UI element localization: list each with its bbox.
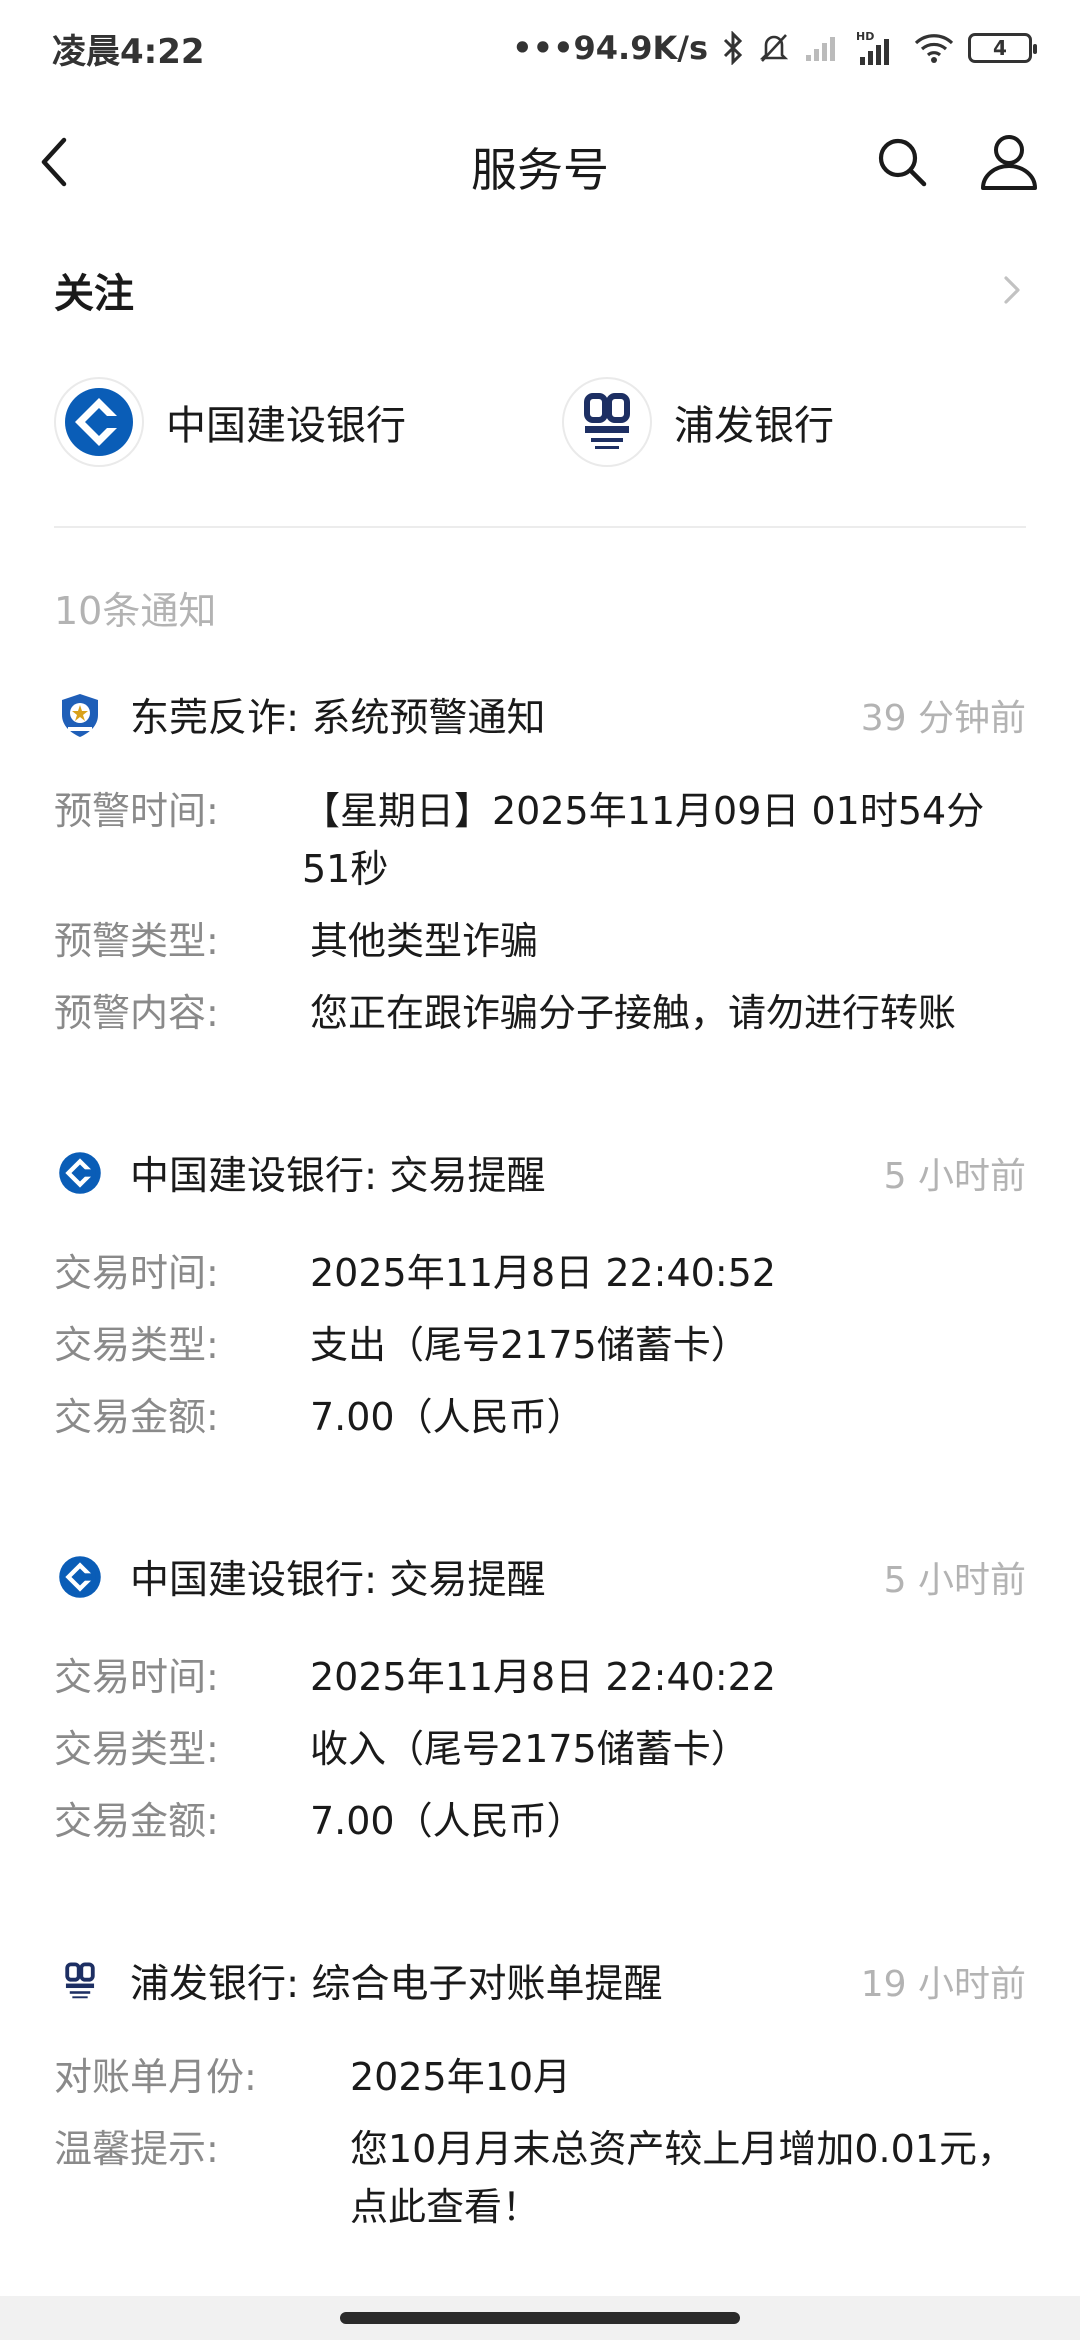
ccb-logo [54, 1551, 106, 1603]
notification-header: 东莞反诈: 系统预警通知 39 分钟前 [54, 680, 1026, 750]
user-button[interactable] [978, 130, 1040, 194]
notification-title: 中国建设银行: 交易提醒 [130, 1558, 546, 1603]
detail-value: 2025年11月8日 22:40:22 [310, 1655, 776, 1699]
search-icon [878, 138, 927, 187]
account-name: 中国建设银行 [166, 403, 406, 449]
detail-value: 您正在跟诈骗分子接触，请勿进行转账 [310, 991, 957, 1035]
detail-value: 您10月月末总资产较上月增加0.01元，点此查看！ [350, 2127, 1015, 2229]
network-speed: •••94.9K/s [512, 29, 708, 67]
detail-row: 交易类型: 支出（尾号2175储蓄卡） [54, 1316, 1026, 1374]
battery-level: 4 [993, 36, 1007, 60]
detail-key: 交易金额: [54, 1395, 219, 1439]
notification-card[interactable]: 东莞反诈: 系统预警通知 39 分钟前 预警时间: 【星期日】2025年11月0… [54, 680, 1026, 1042]
detail-value: 收入（尾号2175储蓄卡） [310, 1727, 749, 1771]
ccb-logo [54, 1147, 106, 1199]
account-name: 浦发银行 [674, 403, 834, 449]
battery-icon: 4 [968, 33, 1037, 63]
detail-key: 交易时间: [54, 1251, 219, 1295]
home-indicator[interactable] [340, 2312, 740, 2324]
chevron-right-icon [1004, 276, 1020, 304]
notification-time: 5 小时前 [883, 1156, 1026, 1197]
detail-key: 预警类型: [54, 919, 219, 963]
mute-icon [758, 31, 790, 65]
status-bar: 凌晨4:22 •••94.9K/s HD 4 [0, 0, 1080, 96]
notification-card[interactable]: 浦发银行: 综合电子对账单提醒 19 小时前 对账单月份: 2025年10月 温… [54, 1946, 1026, 2236]
wifi-icon [914, 32, 954, 64]
status-time: 凌晨4:22 [52, 31, 205, 72]
followed-accounts: 中国建设银行 浦发银行 [54, 372, 1026, 472]
detail-key: 交易时间: [54, 1655, 219, 1699]
detail-row: 预警时间: 【星期日】2025年11月09日 01时54分51秒 [54, 782, 1026, 898]
notification-time: 5 小时前 [883, 1560, 1026, 1601]
detail-row: 对账单月份: 2025年10月 [54, 2048, 1026, 2106]
status-icons: •••94.9K/s HD 4 [512, 29, 1037, 67]
detail-key: 预警时间: [54, 789, 219, 833]
user-icon [981, 135, 1037, 190]
service-account-screen: 凌晨4:22 •••94.9K/s HD 4 服务号 关注 中国建设银行 浦发银… [0, 0, 1080, 2340]
detail-row: 交易金额: 7.00（人民币） [54, 1792, 1026, 1850]
detail-value: 【星期日】2025年11月09日 01时54分51秒 [302, 789, 985, 891]
police-badge-icon [54, 689, 106, 741]
detail-key: 交易金额: [54, 1799, 219, 1843]
detail-row: 交易金额: 7.00（人民币） [54, 1388, 1026, 1446]
search-button[interactable] [872, 132, 932, 192]
header: 服务号 [0, 96, 1080, 232]
notification-header: 浦发银行: 综合电子对账单提醒 19 小时前 [54, 1946, 1026, 2016]
spdb-logo [54, 1955, 106, 2007]
notification-title: 东莞反诈: 系统预警通知 [130, 696, 546, 741]
detail-key: 交易类型: [54, 1323, 219, 1367]
detail-key: 温馨提示: [54, 2127, 219, 2171]
detail-value: 7.00（人民币） [310, 1799, 585, 1843]
notification-title: 中国建设银行: 交易提醒 [130, 1154, 546, 1199]
notification-time: 19 小时前 [860, 1964, 1026, 2005]
detail-value: 其他类型诈骗 [310, 919, 539, 963]
detail-key: 对账单月份: [54, 2055, 257, 2099]
notification-count: 10条通知 [54, 589, 217, 633]
detail-value: 支出（尾号2175储蓄卡） [310, 1323, 749, 1367]
detail-value: 7.00（人民币） [310, 1395, 585, 1439]
divider [54, 526, 1026, 528]
detail-key: 交易类型: [54, 1727, 219, 1771]
follow-section-header[interactable]: 关注 [54, 250, 1026, 330]
detail-value: 2025年11月8日 22:40:52 [310, 1251, 776, 1295]
notification-card[interactable]: 中国建设银行: 交易提醒 5 小时前 交易时间: 2025年11月8日 22:4… [54, 1542, 1026, 1850]
notification-header: 中国建设银行: 交易提醒 5 小时前 [54, 1138, 1026, 1208]
spdb-logo [562, 377, 652, 467]
detail-row: 交易时间: 2025年11月8日 22:40:52 [54, 1244, 1026, 1302]
account-ccb[interactable]: 中国建设银行 [54, 372, 406, 472]
signal-icon [804, 33, 842, 63]
detail-row: 交易类型: 收入（尾号2175储蓄卡） [54, 1720, 1026, 1778]
svg-text:HD: HD [856, 30, 874, 43]
notification-time: 39 分钟前 [860, 698, 1026, 739]
detail-row: 预警类型: 其他类型诈骗 [54, 912, 1026, 970]
detail-key: 预警内容: [54, 991, 219, 1035]
bluetooth-icon [722, 31, 744, 65]
account-spdb[interactable]: 浦发银行 [562, 372, 834, 472]
follow-title: 关注 [54, 271, 134, 317]
hd-signal-icon: HD [856, 29, 900, 67]
notification-card[interactable]: 中国建设银行: 交易提醒 5 小时前 交易时间: 2025年11月8日 22:4… [54, 1138, 1026, 1446]
detail-row: 交易时间: 2025年11月8日 22:40:22 [54, 1648, 1026, 1706]
detail-row: 温馨提示: 您10月月末总资产较上月增加0.01元，点此查看！ [54, 2120, 1026, 2236]
detail-row: 预警内容: 您正在跟诈骗分子接触，请勿进行转账 [54, 984, 1026, 1042]
ccb-logo [54, 377, 144, 467]
detail-value: 2025年10月 [350, 2055, 572, 2099]
notification-header: 中国建设银行: 交易提醒 5 小时前 [54, 1542, 1026, 1612]
notification-title: 浦发银行: 综合电子对账单提醒 [130, 1962, 663, 2007]
